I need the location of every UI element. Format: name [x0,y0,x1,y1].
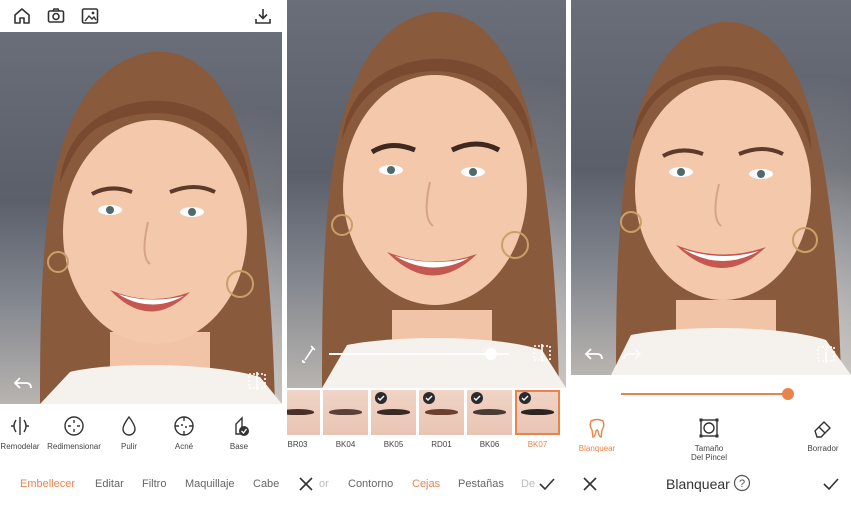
check-icon [375,392,387,404]
remodel-icon [8,414,32,438]
check-icon [471,392,483,404]
feature-remodel[interactable]: Remodelar [0,414,50,451]
portrait-figure [322,11,566,388]
eyebrow-style-list: BR03 BK04 BK05 RD01 BK06 BK07 [287,390,566,452]
camera-icon[interactable] [46,6,66,26]
brush-slider-track[interactable] [621,393,793,395]
resize-icon [62,414,86,438]
magic-brush-icon[interactable] [299,342,321,364]
tab-cejas[interactable]: Cejas [412,478,440,490]
brush-size-icon [697,416,721,440]
close-icon[interactable] [295,473,317,495]
tab-partial-right[interactable]: De [521,478,535,490]
panel-cejas: BR03 BK04 BK05 RD01 BK06 BK07 or Contorn… [287,0,566,508]
brush-slider-knob[interactable] [781,388,794,400]
eyebrow-thumb-rd01[interactable] [419,390,464,435]
tool-label: Borrador [807,444,839,453]
tool-title: Blanquear [666,476,730,492]
top-toolbar [0,0,282,32]
tool-label: Tamaño Del Pincel [690,444,727,462]
home-icon[interactable] [12,6,32,26]
tool-eraser[interactable]: Borrador [793,416,851,453]
drop-icon [117,414,141,438]
confirm-check-icon[interactable] [536,473,558,495]
compare-icon[interactable] [531,342,553,364]
feature-label: Redimensionar [47,442,101,451]
check-icon [423,392,435,404]
feature-resize[interactable]: Redimensionar [44,414,104,451]
eyebrow-thumb-bk04[interactable] [323,390,368,435]
feature-base[interactable]: Base [209,414,269,451]
feature-label: Base [229,442,249,451]
intensity-slider-track[interactable] [329,353,509,355]
tab-editar[interactable]: Editar [95,478,124,490]
eyebrow-thumb-bk07[interactable] [515,390,560,435]
thumb-label: BK04 [335,440,356,449]
portrait-figure [40,51,282,404]
compare-icon[interactable] [815,343,837,365]
eyebrow-thumb-bk05[interactable] [371,390,416,435]
tooth-icon [585,416,609,440]
help-icon[interactable]: ? [733,474,755,496]
eraser-icon [811,416,835,440]
thumb-label: BK06 [479,440,500,449]
tool-label: Blanquear [578,444,616,453]
redo-icon[interactable] [621,343,643,365]
thumb-label: BR03 [287,440,308,449]
portrait-figure [611,21,851,375]
action-bar: Blanquear ? [571,470,851,500]
undo-icon[interactable] [583,343,605,365]
acne-icon [172,414,196,438]
tool-brush-size[interactable]: Tamaño Del Pincel [679,416,739,462]
panel-embellecer: Remodelar Redimensionar Pulir Acné Base [0,0,282,508]
intensity-slider-knob[interactable] [485,348,497,360]
feature-polish[interactable]: Pulir [99,414,159,451]
foundation-icon [227,414,251,438]
confirm-check-icon[interactable] [820,473,842,495]
tool-whiten[interactable]: Blanquear [571,416,627,453]
tab-contorno[interactable]: Contorno [348,478,393,490]
portrait-photo[interactable] [0,32,282,404]
feature-label: Remodelar [0,442,40,451]
tool-strip: Blanquear Tamaño Del Pincel Borrador [571,416,851,464]
check-icon [519,392,531,404]
eyebrow-thumb-bk06[interactable] [467,390,512,435]
feature-acne[interactable]: Acné [154,414,214,451]
compare-icon[interactable] [246,370,268,392]
tab-embellecer[interactable]: Embellecer [20,478,75,490]
tab-cabello[interactable]: Cabe [253,478,279,490]
bottom-tab-bar: Embellecer Editar Filtro Maquillaje Cabe [0,470,282,500]
thumb-label: RD01 [431,440,452,449]
feature-label: Pulir [120,442,137,451]
help-symbol: ? [739,478,745,490]
panel-blanquear: Blanquear Tamaño Del Pincel Borrador Bla… [571,0,851,508]
tab-pestanas[interactable]: Pestañas [458,478,504,490]
download-icon[interactable] [253,6,273,26]
eyebrow-thumb-br03[interactable] [287,390,320,435]
close-icon[interactable] [579,473,601,495]
undo-icon[interactable] [12,372,34,394]
tab-maquillaje[interactable]: Maquillaje [185,478,235,490]
tab-filtro[interactable]: Filtro [142,478,166,490]
portrait-photo[interactable] [571,0,851,375]
feature-strip: Remodelar Redimensionar Pulir Acné Base [0,414,282,464]
gallery-icon[interactable] [80,6,100,26]
makeup-tab-bar: or Contorno Cejas Pestañas De [287,470,566,500]
thumb-label: BK05 [383,440,404,449]
tab-partial[interactable]: or [319,478,329,490]
portrait-photo[interactable] [287,0,566,388]
thumb-label: BK07 [527,440,548,449]
feature-label: Acné [174,442,194,451]
